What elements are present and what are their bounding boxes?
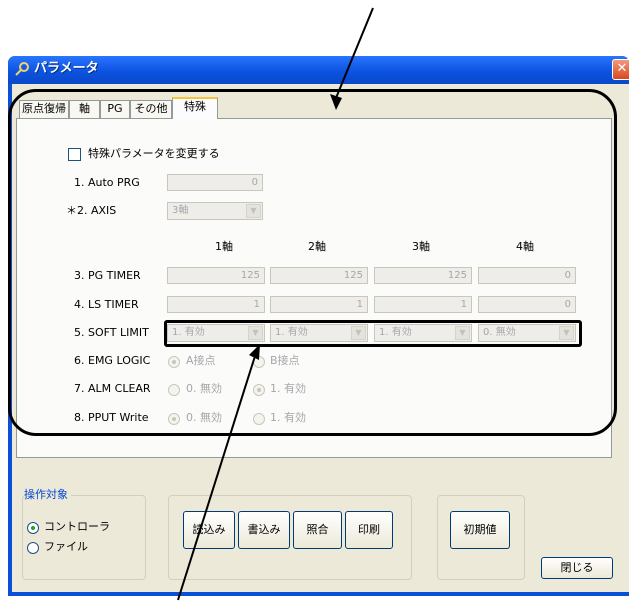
- arrow-head-icon: [330, 94, 342, 110]
- tab-special[interactable]: 特殊: [172, 97, 218, 119]
- arrow-head-icon: [249, 344, 260, 360]
- annotation-arrows: [177, 7, 374, 601]
